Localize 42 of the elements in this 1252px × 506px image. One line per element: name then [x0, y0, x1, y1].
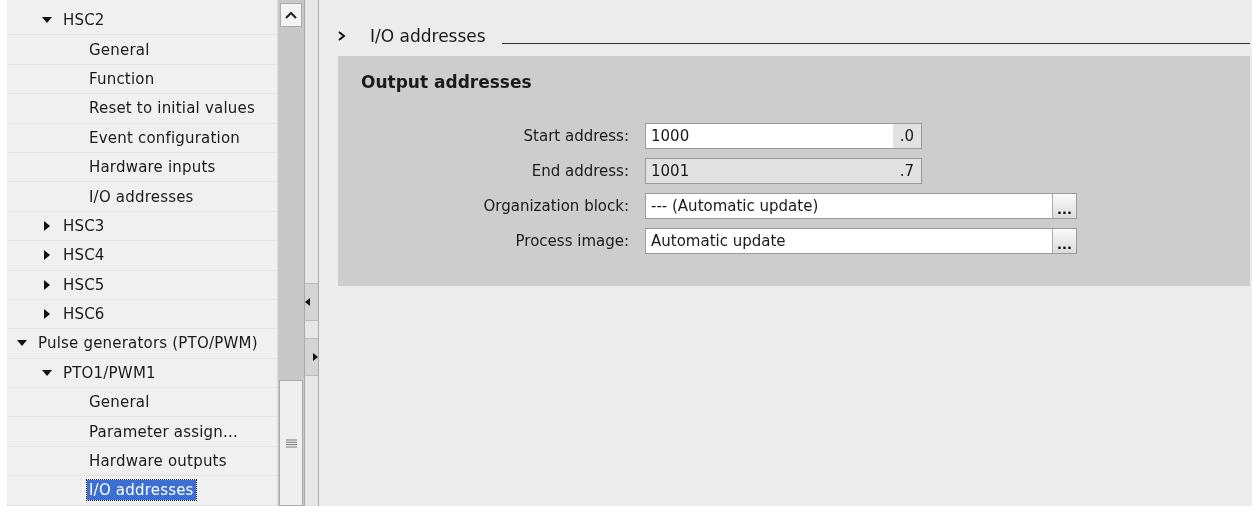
tree-item[interactable]: Parameter assign...: [87, 421, 240, 442]
tree-item[interactable]: HSC6: [61, 304, 107, 325]
field-label: End address:: [530, 162, 629, 180]
field-label: Process image:: [514, 232, 629, 250]
tree-item[interactable]: PTO1/PWM1: [61, 362, 158, 383]
tree-item[interactable]: Hardware outputs: [87, 451, 229, 472]
scroll-thumb[interactable]: [279, 380, 303, 506]
grip-icon: [285, 438, 297, 448]
field-label: Organization block:: [482, 197, 629, 215]
collapse-left-button[interactable]: [305, 283, 318, 321]
tree-item[interactable]: Pulse generators (PTO/PWM): [36, 333, 260, 354]
tree-item[interactable]: I/O addresses: [87, 480, 196, 501]
tree-item[interactable]: HSC3: [61, 215, 107, 236]
tree-item[interactable]: I/O addresses: [87, 186, 196, 207]
collapsed-arrow-icon[interactable]: [42, 250, 52, 261]
scroll-up-button[interactable]: [280, 3, 302, 27]
tree-item[interactable]: Hardware inputs: [87, 157, 218, 178]
select-field[interactable]: Automatic update ...: [645, 228, 1077, 254]
chevron-right-icon[interactable]: [338, 31, 346, 41]
group-title: Output addresses: [361, 72, 533, 92]
caret-up-icon: [285, 11, 297, 19]
browse-button[interactable]: ...: [1052, 229, 1076, 253]
tree-item[interactable]: HSC4: [61, 245, 107, 266]
tree-item[interactable]: Reset to initial values: [87, 98, 257, 119]
expanded-arrow-icon[interactable]: [42, 367, 52, 378]
tree-item[interactable]: HSC5: [61, 274, 107, 295]
tree-item[interactable]: Event configuration: [87, 127, 243, 148]
tree-item[interactable]: Function: [87, 68, 157, 89]
collapsed-arrow-icon[interactable]: [42, 309, 52, 320]
expand-right-button[interactable]: [305, 338, 318, 376]
tree-item[interactable]: HSC2: [61, 10, 107, 31]
scrollbar[interactable]: [277, 0, 304, 506]
bit-offset: .0: [893, 124, 921, 148]
address-field[interactable]: 1000 .0: [645, 123, 922, 149]
browse-button[interactable]: ...: [1052, 194, 1076, 218]
collapsed-arrow-icon[interactable]: [42, 220, 52, 231]
select-field[interactable]: --- (Automatic update) ...: [645, 193, 1077, 219]
tree-item[interactable]: General: [87, 392, 152, 413]
field-label: Start address:: [522, 127, 629, 145]
tree-item[interactable]: General: [87, 39, 152, 60]
collapsed-arrow-icon[interactable]: [42, 279, 52, 290]
section-title: I/O addresses: [370, 26, 486, 46]
